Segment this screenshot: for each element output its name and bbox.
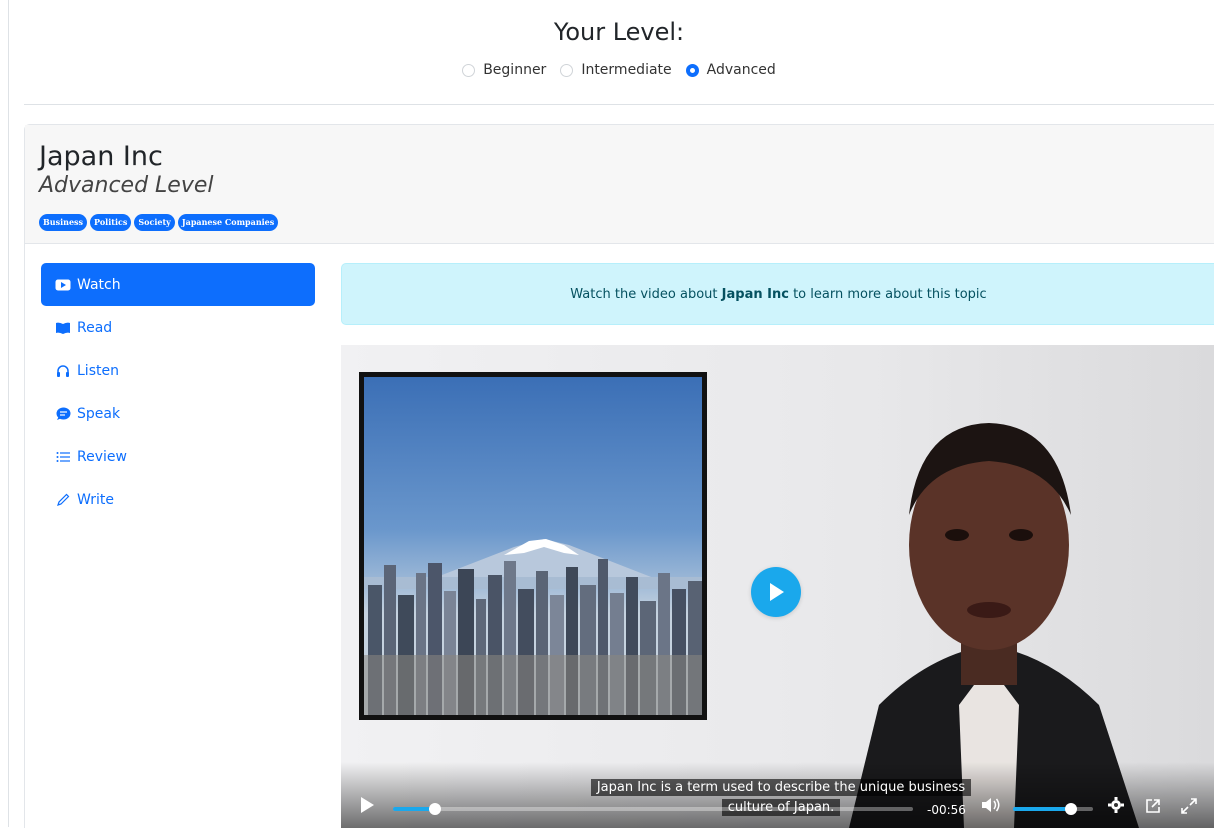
level-selector: Your Level: Beginner Intermediate Advanc… xyxy=(24,0,1214,105)
tag-business[interactable]: Business xyxy=(39,214,88,231)
level-option-label: Beginner xyxy=(483,62,547,78)
alert-suffix: to learn more about this topic xyxy=(793,286,987,302)
activity-nav: Watch Read Listen Speak Review Write xyxy=(41,263,315,521)
level-option-label: Intermediate xyxy=(581,62,672,78)
alert-prefix: Watch the video about xyxy=(570,286,718,302)
intermediate-radio[interactable] xyxy=(560,63,574,77)
volume-knob[interactable] xyxy=(1064,803,1077,815)
topic-level: Advanced Level xyxy=(39,173,214,198)
nav-item-speak[interactable]: Speak xyxy=(41,392,315,435)
video-icon xyxy=(55,279,71,291)
progress-bar[interactable] xyxy=(393,803,913,815)
level-title: Your Level: xyxy=(553,18,685,46)
player-controls: Japan Inc is a term used to describe the… xyxy=(341,762,1214,828)
topic-card: Japan Inc Advanced Level Business Politi… xyxy=(24,124,1214,828)
alert-topic: Japan Inc xyxy=(721,286,789,302)
nav-label: Speak xyxy=(77,405,121,422)
book-icon xyxy=(55,322,71,334)
advanced-radio[interactable] xyxy=(685,63,699,77)
level-option-beginner[interactable]: Beginner xyxy=(462,62,546,78)
nav-label: Watch xyxy=(77,276,121,293)
volume-icon[interactable] xyxy=(981,797,1001,817)
nav-item-listen[interactable]: Listen xyxy=(41,349,315,392)
chat-icon xyxy=(55,407,71,421)
progress-knob[interactable] xyxy=(428,803,441,815)
gear-icon[interactable] xyxy=(1107,796,1125,818)
caption-line-1: Japan Inc is a term used to describe the… xyxy=(590,779,972,796)
level-option-label: Advanced xyxy=(706,62,776,78)
level-option-advanced[interactable]: Advanced xyxy=(685,62,776,78)
nav-label: Write xyxy=(77,491,114,508)
video-player[interactable]: Japan Inc is a term used to describe the… xyxy=(341,345,1214,828)
fullscreen-icon[interactable] xyxy=(1181,798,1197,818)
beginner-radio[interactable] xyxy=(462,63,476,77)
tag-japanese-companies[interactable]: Japanese Companies xyxy=(177,214,279,231)
pencil-icon xyxy=(55,493,71,507)
level-options: Beginner Intermediate Advanced xyxy=(24,62,1214,78)
tag-society[interactable]: Society xyxy=(134,214,175,231)
play-icon[interactable] xyxy=(359,796,375,818)
presenter-image xyxy=(849,423,1139,828)
popout-icon[interactable] xyxy=(1145,798,1161,818)
nav-item-review[interactable]: Review xyxy=(41,435,315,478)
list-icon xyxy=(55,451,71,463)
tag-politics[interactable]: Politics xyxy=(90,214,132,231)
info-alert: Watch the video about Japan Inc to learn… xyxy=(341,263,1214,325)
play-overlay-button[interactable] xyxy=(751,567,801,617)
level-option-intermediate[interactable]: Intermediate xyxy=(560,62,672,78)
volume-slider[interactable] xyxy=(1013,803,1093,815)
headphones-icon xyxy=(55,364,71,378)
nav-item-write[interactable]: Write xyxy=(41,478,315,521)
nav-item-read[interactable]: Read xyxy=(41,306,315,349)
nav-label: Listen xyxy=(77,362,119,379)
topic-header: Japan Inc Advanced Level Business Politi… xyxy=(25,125,1214,244)
nav-label: Read xyxy=(77,319,113,336)
nav-item-watch[interactable]: Watch xyxy=(41,263,315,306)
topic-title: Japan Inc xyxy=(39,141,163,172)
page-left-border xyxy=(8,0,9,827)
time-remaining: -00:56 xyxy=(927,803,966,817)
tag-list: Business Politics Society Japanese Compa… xyxy=(39,214,279,231)
tokyo-skyline-image xyxy=(359,372,707,720)
nav-label: Review xyxy=(77,448,127,465)
volume-fill xyxy=(1013,807,1071,811)
